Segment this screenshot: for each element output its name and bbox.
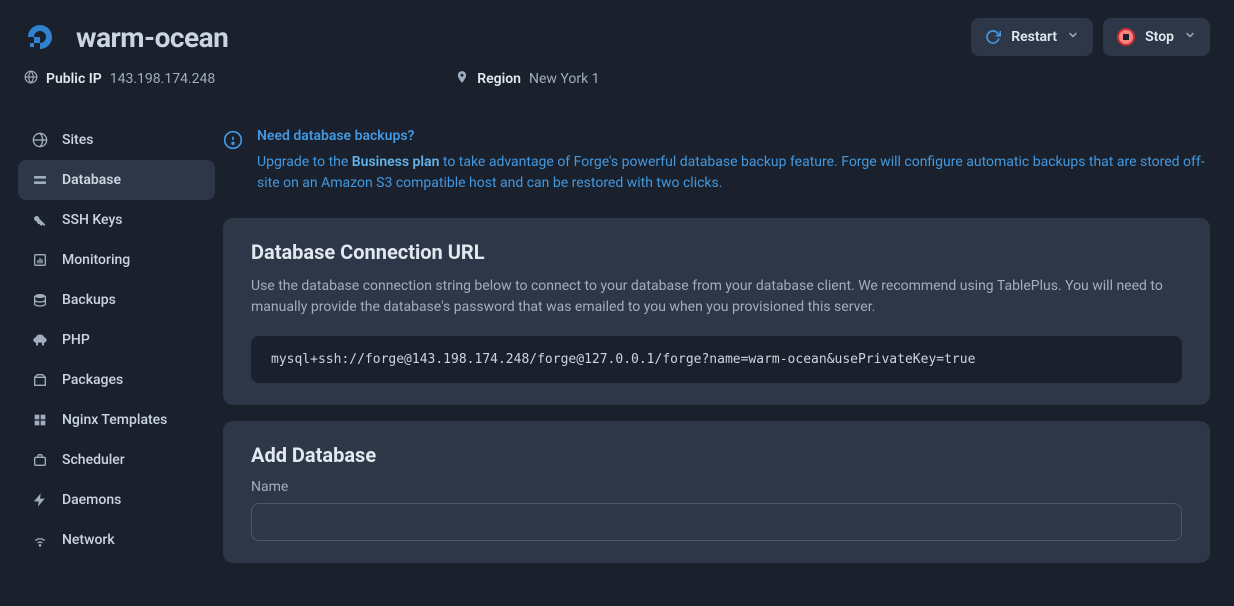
- stop-button[interactable]: Stop: [1103, 18, 1210, 56]
- stop-icon: [1117, 28, 1135, 46]
- banner-text: Upgrade to the Business plan to take adv…: [257, 152, 1210, 194]
- db-name-input[interactable]: [251, 503, 1182, 541]
- sidebar-item-network[interactable]: Network: [18, 520, 215, 560]
- key-icon: [32, 212, 48, 228]
- sidebar-item-label: SSH Keys: [62, 212, 123, 228]
- business-plan-link[interactable]: Business plan: [352, 154, 440, 170]
- add-db-title: Add Database: [251, 443, 1182, 467]
- sidebar-item-packages[interactable]: Packages: [18, 360, 215, 400]
- database-icon: [32, 172, 48, 188]
- wifi-icon: [32, 532, 48, 548]
- banner-title: Need database backups?: [257, 128, 1210, 144]
- sidebar-item-label: Network: [62, 532, 115, 548]
- connection-card-title: Database Connection URL: [251, 240, 1182, 264]
- sidebar-item-label: Sites: [62, 132, 93, 148]
- banner-text-prefix: Upgrade to the: [257, 154, 352, 170]
- sidebar-item-database[interactable]: Database: [18, 160, 215, 200]
- sidebar: Sites Database SSH Keys Monitoring Backu…: [0, 108, 215, 579]
- template-icon: [32, 412, 48, 428]
- connection-url-card: Database Connection URL Use the database…: [223, 218, 1210, 405]
- add-database-card: Add Database Name: [223, 421, 1210, 563]
- sidebar-item-label: Database: [62, 172, 121, 188]
- region-meta: Region New York 1: [455, 70, 599, 88]
- info-icon: [223, 130, 243, 194]
- chart-icon: [32, 252, 48, 268]
- sidebar-item-label: Nginx Templates: [62, 412, 167, 428]
- public-ip-meta: Public IP 143.198.174.248: [24, 70, 215, 88]
- sidebar-item-ssh-keys[interactable]: SSH Keys: [18, 200, 215, 240]
- sidebar-item-backups[interactable]: Backups: [18, 280, 215, 320]
- elephant-icon: [32, 332, 48, 348]
- sidebar-item-label: PHP: [62, 332, 90, 348]
- sidebar-item-sites[interactable]: Sites: [18, 120, 215, 160]
- globe-icon: [24, 70, 38, 88]
- sidebar-item-nginx-templates[interactable]: Nginx Templates: [18, 400, 215, 440]
- sidebar-item-label: Scheduler: [62, 452, 125, 468]
- sidebar-item-scheduler[interactable]: Scheduler: [18, 440, 215, 480]
- backup-upsell-banner: Need database backups? Upgrade to the Bu…: [223, 128, 1210, 194]
- sidebar-item-label: Daemons: [62, 492, 121, 508]
- globe-icon: [32, 132, 48, 148]
- server-name: warm-ocean: [76, 21, 228, 54]
- refresh-icon: [985, 29, 1001, 45]
- public-ip-value: 143.198.174.248: [110, 71, 216, 87]
- connection-string[interactable]: mysql+ssh://forge@143.198.174.248/forge@…: [251, 336, 1182, 383]
- box-icon: [32, 372, 48, 388]
- region-value: New York 1: [529, 71, 600, 87]
- stack-icon: [32, 292, 48, 308]
- restart-button[interactable]: Restart: [971, 18, 1093, 56]
- sidebar-item-label: Packages: [62, 372, 123, 388]
- public-ip-label: Public IP: [46, 71, 102, 87]
- region-label: Region: [477, 71, 521, 87]
- sidebar-item-label: Monitoring: [62, 252, 130, 268]
- db-name-label: Name: [251, 479, 1182, 495]
- connection-card-description: Use the database connection string below…: [251, 276, 1182, 318]
- bolt-icon: [32, 492, 48, 508]
- sidebar-item-label: Backups: [62, 292, 116, 308]
- provider-logo: [24, 21, 56, 53]
- chevron-down-icon: [1067, 29, 1079, 45]
- sidebar-item-monitoring[interactable]: Monitoring: [18, 240, 215, 280]
- briefcase-icon: [32, 452, 48, 468]
- sidebar-item-daemons[interactable]: Daemons: [18, 480, 215, 520]
- sidebar-item-php[interactable]: PHP: [18, 320, 215, 360]
- pin-icon: [455, 70, 469, 88]
- stop-label: Stop: [1145, 29, 1174, 45]
- chevron-down-icon: [1184, 29, 1196, 45]
- restart-label: Restart: [1011, 29, 1057, 45]
